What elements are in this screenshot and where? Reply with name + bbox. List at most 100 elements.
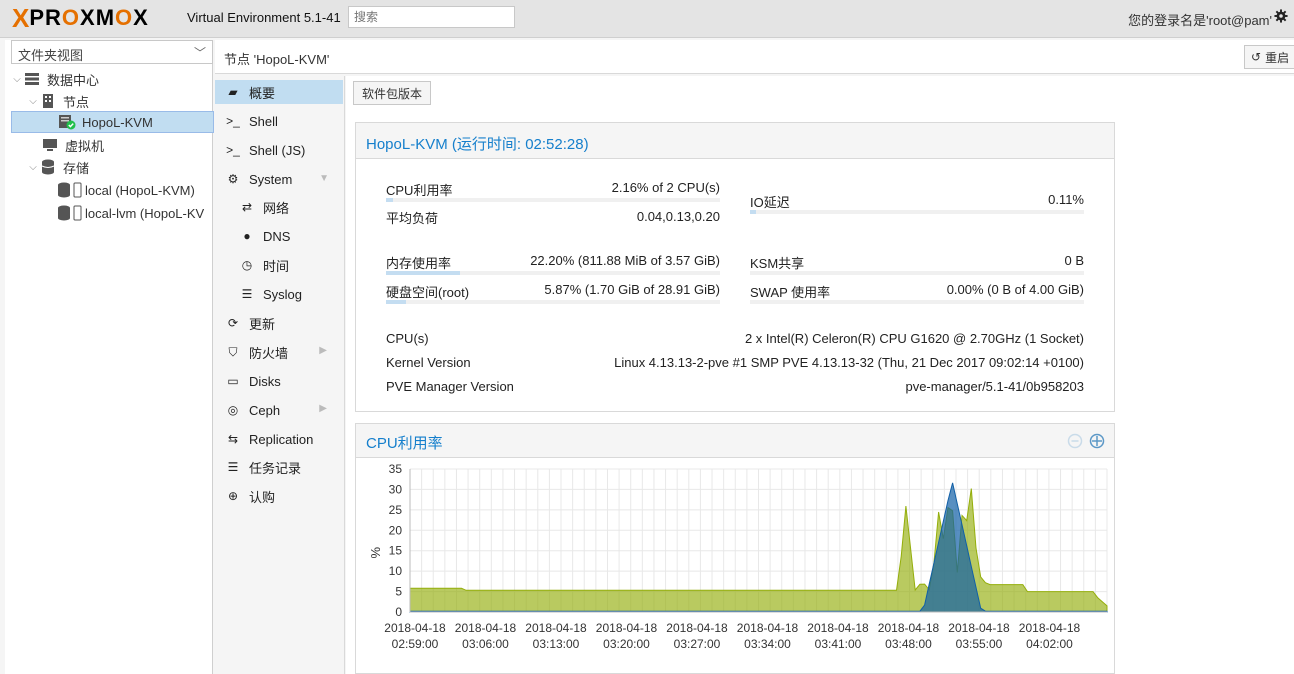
zoom-reset-icon[interactable] (1067, 433, 1083, 449)
collapse-arrow-icon[interactable]: ▼ (319, 173, 329, 184)
y-tick-label: 35 (389, 462, 403, 476)
expand-toggle-icon[interactable]: ⌵ (27, 162, 39, 173)
cogs-icon: ⚙ (227, 172, 239, 186)
package-versions-button[interactable]: 软件包版本 (353, 81, 431, 105)
x-tick-label-time: 03:27:00 (674, 637, 721, 651)
memory-usage-bar (386, 271, 720, 275)
nav-label: Shell (JS) (249, 142, 306, 158)
io-delay-bar-fill (750, 210, 756, 214)
cpu-usage-label: CPU利用率 (386, 183, 453, 198)
x-tick-label-time: 04:02:00 (1026, 637, 1073, 651)
disk-usage-bar-fill (386, 300, 406, 304)
view-select[interactable]: 文件夹视图 ﹀ (11, 40, 213, 64)
y-tick-label: 20 (389, 523, 403, 537)
x-tick-label-date: 2018-04-18 (525, 621, 587, 635)
node-nav-menu: ▰ 概要 >_ Shell >_ Shell (JS) ⚙ System ▼ ⇄ 网络 ●… (215, 76, 345, 674)
server-rack-icon (23, 71, 41, 87)
x-tick-label-time: 02:59:00 (392, 637, 439, 651)
nav-disks[interactable]: ▭ Disks (215, 369, 343, 393)
view-select-value: 文件夹视图 (18, 48, 84, 63)
x-tick-label-time: 03:06:00 (462, 637, 509, 651)
x-tick-label-date: 2018-04-18 (455, 621, 517, 635)
tree-item-node-hopol-kvm[interactable]: HopoL-KVM (11, 111, 214, 133)
disk-usage-bar (386, 300, 720, 304)
nav-time[interactable]: ◷ 时间 (215, 253, 343, 277)
y-tick-label: 10 (389, 564, 403, 578)
storage-icon (57, 205, 83, 221)
shield-icon: ⛉ (228, 344, 238, 359)
kernel-version-value: Linux 4.13.13-2-pve #1 SMP PVE 4.13.13-3… (614, 355, 1084, 370)
ksm-share-bar (750, 271, 1084, 275)
expand-arrow-icon[interactable]: ▶ (319, 403, 327, 414)
cpus-label: CPU(s) (386, 331, 429, 346)
x-tick-label-time: 03:41:00 (815, 637, 862, 651)
y-tick-label: 5 (395, 585, 402, 599)
nav-updates[interactable]: ⟳ 更新 (215, 311, 343, 335)
page-title: 节点 'HopoL-KVM' (224, 52, 330, 67)
clock-icon: ◷ (241, 258, 253, 272)
x-tick-label-date: 2018-04-18 (384, 621, 446, 635)
main-content: 软件包版本 HopoL-KVM (运行时间: 02:52:28) CPU利用率 … (346, 76, 1294, 674)
content-header: 节点 'HopoL-KVM' ↺ 重启 (215, 40, 1294, 74)
tree-item-label: local-lvm (HopoL-KV (85, 205, 205, 221)
tree-item-datacenter[interactable]: ⌵ 数据中心 (11, 68, 214, 90)
reboot-label: 重启 (1265, 50, 1290, 65)
swap-usage-value: 0.00% (0 B of 4.00 GiB) (946, 282, 1084, 297)
status-panel: HopoL-KVM (运行时间: 02:52:28) CPU利用率 2.16% … (355, 122, 1115, 412)
nav-summary[interactable]: ▰ 概要 (215, 80, 343, 104)
x-tick-label-time: 03:34:00 (744, 637, 791, 651)
tree-item-storage-local-lvm[interactable]: local-lvm (HopoL-KV (11, 202, 214, 224)
tree-item-label: 虚拟机 (65, 138, 105, 154)
nav-shell[interactable]: >_ Shell (215, 109, 343, 133)
nav-label: System (249, 171, 293, 187)
y-axis-label: % (368, 547, 383, 559)
x-tick-label-date: 2018-04-18 (1019, 621, 1081, 635)
nav-dns[interactable]: ● DNS (215, 224, 343, 248)
ksm-share-value: 0 B (1064, 253, 1084, 268)
nav-label: Disks (249, 373, 281, 389)
tree-item-vms[interactable]: 虚拟机 (11, 134, 214, 156)
nav-label: 网络 (263, 200, 290, 216)
exchange-icon: ⇄ (241, 200, 253, 214)
gear-icon[interactable] (1274, 9, 1288, 23)
x-tick-label-date: 2018-04-18 (666, 621, 728, 635)
expand-toggle-icon[interactable]: ⌵ (27, 96, 39, 107)
expand-toggle-icon[interactable]: ⌵ (11, 74, 23, 85)
retweet-icon: ⇆ (227, 432, 239, 446)
nav-label: 任务记录 (249, 460, 302, 476)
nav-network[interactable]: ⇄ 网络 (215, 195, 343, 219)
cpus-value: 2 x Intel(R) Celeron(R) CPU G1620 @ 2.70… (744, 331, 1084, 346)
book-icon: ▰ (228, 85, 238, 99)
nav-firewall[interactable]: ⛉ 防火墙 ▶ (215, 340, 343, 364)
zoom-undo-icon[interactable] (1089, 433, 1105, 449)
expand-arrow-icon[interactable]: ▶ (319, 345, 327, 356)
nav-subscription[interactable]: ⊕ 认购 (215, 484, 343, 508)
nav-label: 防火墙 (249, 345, 289, 361)
logo-wordmark: PROXMOX (29, 5, 149, 30)
nav-task-history[interactable]: ☰ 任务记录 (215, 455, 343, 479)
storage-icon (57, 182, 83, 198)
reboot-button[interactable]: ↺ 重启 (1244, 45, 1294, 69)
nav-system[interactable]: ⚙ System ▼ (215, 167, 343, 191)
status-title: HopoL-KVM (运行时间: 02:52:28) (366, 136, 589, 153)
tree-item-nodes[interactable]: ⌵ 节点 (11, 90, 214, 112)
disk-usage-label: 硬盘空间(root) (386, 285, 470, 300)
cpu-usage-chart[interactable]: 0 5 10 15 20 25 30 35% 2018-04-18 02:59:00 2018-04… (356, 459, 1114, 674)
nav-syslog[interactable]: ☰ Syslog (215, 282, 343, 306)
load-average-value: 0.04,0.13,0.20 (636, 209, 720, 224)
nav-replication[interactable]: ⇆ Replication (215, 427, 343, 451)
nav-ceph[interactable]: ◎ Ceph ▶ (215, 398, 343, 422)
cpu-usage-value: 2.16% of 2 CPU(s) (611, 180, 720, 195)
proxmox-logo[interactable]: X PROXMOX (12, 3, 149, 33)
tree-item-storage[interactable]: ⌵ 存储 (11, 156, 214, 178)
tree-item-storage-local[interactable]: local (HopoL-KVM) (11, 179, 214, 201)
x-tick-label-date: 2018-04-18 (948, 621, 1010, 635)
x-tick-label-date: 2018-04-18 (878, 621, 940, 635)
search-input[interactable] (348, 6, 515, 28)
disk-usage-value: 5.87% (1.70 GiB of 28.91 GiB) (544, 282, 720, 297)
nav-shell-js[interactable]: >_ Shell (JS) (215, 138, 343, 162)
building-icon (39, 93, 57, 109)
login-info: 您的登录名是'root@pam' (1128, 13, 1272, 28)
terminal-icon: >_ (226, 114, 240, 128)
tree-item-label: 节点 (63, 94, 90, 110)
